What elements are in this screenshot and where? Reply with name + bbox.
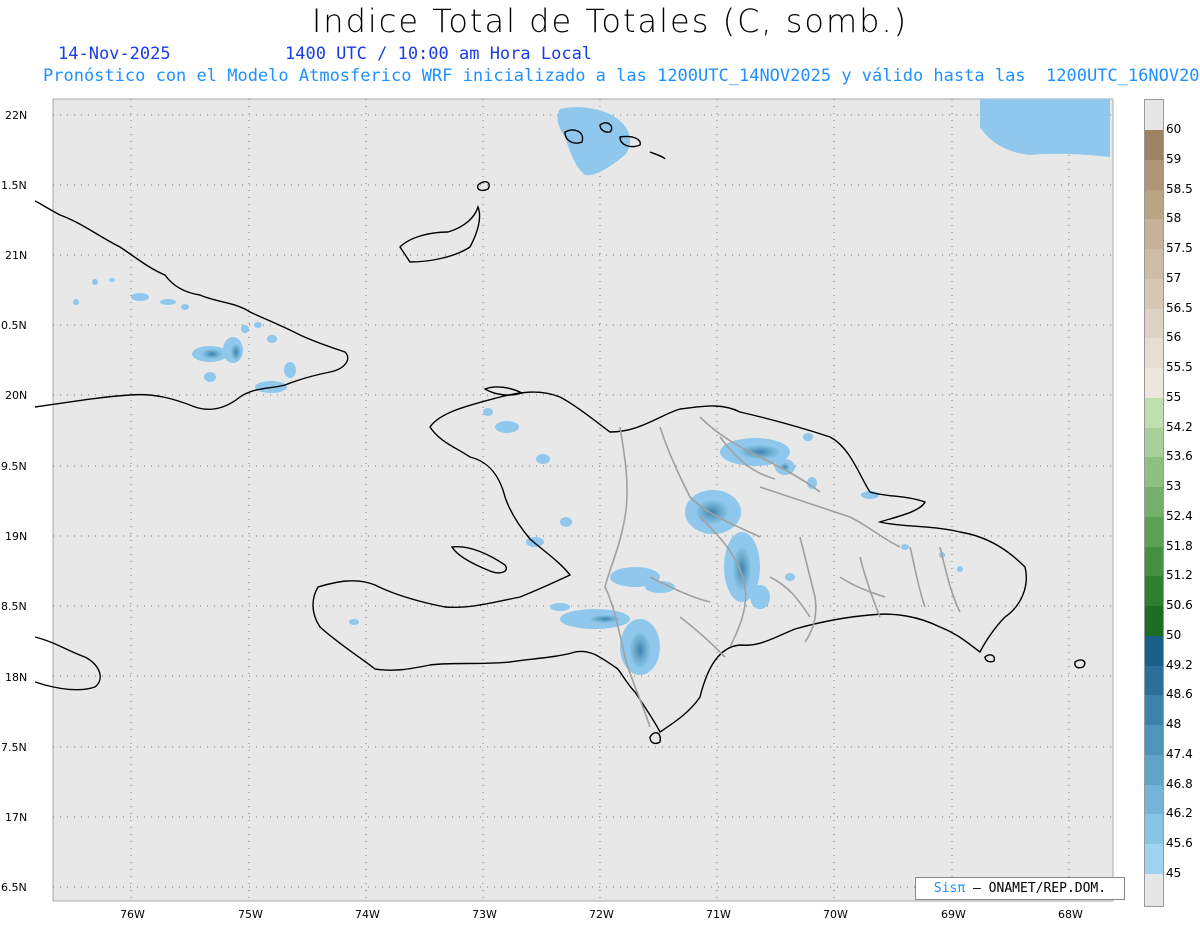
colorbar-label: 55	[1166, 389, 1182, 404]
lon-label: 75W	[238, 908, 263, 921]
colorbar-label: 60	[1166, 122, 1182, 136]
credit-box: Sisπ – ONAMET/REP.DOM.	[915, 877, 1125, 900]
lat-label: 8.5N	[1, 600, 27, 613]
colorbar-segment	[1145, 427, 1163, 458]
lat-label: 1.5N	[1, 179, 27, 192]
lat-label: 22N	[5, 109, 28, 122]
colorbar	[1144, 99, 1164, 907]
colorbar-label: 53	[1166, 479, 1182, 494]
colorbar-segment	[1145, 576, 1163, 607]
colorbar-label: 55.5	[1166, 360, 1193, 375]
lon-label: 72W	[589, 908, 614, 921]
colorbar-label: 48.6	[1166, 687, 1193, 702]
colorbar-segment	[1145, 100, 1163, 130]
colorbar-segment	[1145, 754, 1163, 786]
lon-label: 73W	[472, 908, 497, 921]
lat-label: 9.5N	[1, 460, 27, 473]
lat-label: 18N	[5, 671, 28, 684]
colorbar-segment	[1145, 516, 1163, 548]
colorbar-segment	[1145, 308, 1163, 339]
forecast-date: 14-Nov-2025	[58, 44, 171, 64]
colorbar-label: 57	[1166, 270, 1182, 285]
lon-label: 69W	[941, 908, 966, 921]
colorbar-label: 56.5	[1166, 300, 1193, 315]
colorbar-label: 57.5	[1166, 241, 1193, 256]
map-background	[52, 98, 1114, 902]
colorbar-label: 59	[1166, 151, 1182, 166]
colorbar-segment	[1145, 397, 1163, 429]
colorbar-label: 45.6	[1166, 836, 1193, 851]
map-panel	[34, 98, 1114, 902]
colorbar-label: 53.6	[1166, 449, 1193, 464]
colorbar-segment	[1145, 130, 1163, 161]
colorbar-label: 50.6	[1166, 598, 1193, 613]
colorbar-label: 47.4	[1166, 746, 1193, 761]
colorbar-segment	[1145, 635, 1163, 667]
lon-label: 74W	[355, 908, 380, 921]
colorbar-label: 49.2	[1166, 657, 1193, 672]
colorbar-label: 50	[1166, 627, 1182, 642]
lon-label: 70W	[823, 908, 848, 921]
colorbar-segment	[1145, 249, 1163, 280]
colorbar-label: 45	[1166, 866, 1182, 880]
colorbar-label: 51.2	[1166, 568, 1193, 583]
lon-label: 71W	[706, 908, 731, 921]
colorbar-segment	[1145, 874, 1163, 906]
lon-label: 76W	[120, 908, 145, 921]
colorbar-segment	[1145, 814, 1163, 845]
lat-label: 20N	[5, 389, 28, 402]
colorbar-segment	[1145, 665, 1163, 696]
lat-label: 7.5N	[1, 741, 27, 754]
colorbar-label: 56	[1166, 330, 1182, 345]
colorbar-segment	[1145, 338, 1163, 369]
colorbar-segment	[1145, 784, 1163, 815]
lat-label: 19N	[5, 530, 28, 543]
credit-text: – ONAMET/REP.DOM.	[973, 881, 1107, 896]
colorbar-label: 52.4	[1166, 508, 1193, 523]
forecast-description: Pronóstico con el Modelo Atmosferico WRF…	[43, 66, 1200, 86]
colorbar-segment	[1145, 159, 1163, 190]
lat-label: 0.5N	[1, 319, 27, 332]
colorbar-segment	[1145, 457, 1163, 488]
colorbar-segment	[1145, 695, 1163, 726]
lon-label: 68W	[1058, 908, 1083, 921]
forecast-time: 1400 UTC / 10:00 am Hora Local	[285, 44, 593, 64]
colorbar-label: 48	[1166, 717, 1182, 732]
colorbar-label: 51.8	[1166, 538, 1193, 553]
colorbar-segment	[1145, 725, 1163, 756]
colorbar-label: 54.2	[1166, 419, 1193, 434]
lat-label: 21N	[5, 249, 28, 262]
colorbar-segment	[1145, 487, 1163, 518]
colorbar-label: 46.2	[1166, 806, 1193, 821]
map-title: Indice Total de Totales (C, somb.)	[311, 2, 909, 40]
colorbar-segment	[1145, 844, 1163, 875]
colorbar-segment	[1145, 368, 1163, 399]
colorbar-label: 46.8	[1166, 776, 1193, 791]
colorbar-segment	[1145, 219, 1163, 250]
colorbar-label: 58.5	[1166, 181, 1193, 196]
colorbar-segment	[1145, 278, 1163, 310]
colorbar-label: 58	[1166, 211, 1182, 226]
colorbar-segment	[1145, 546, 1163, 577]
colorbar-segment	[1145, 606, 1163, 637]
sispi-logo: Sisπ	[933, 881, 966, 896]
lat-label: 17N	[5, 811, 28, 824]
lat-label: 6.5N	[1, 881, 27, 894]
colorbar-segment	[1145, 189, 1163, 220]
